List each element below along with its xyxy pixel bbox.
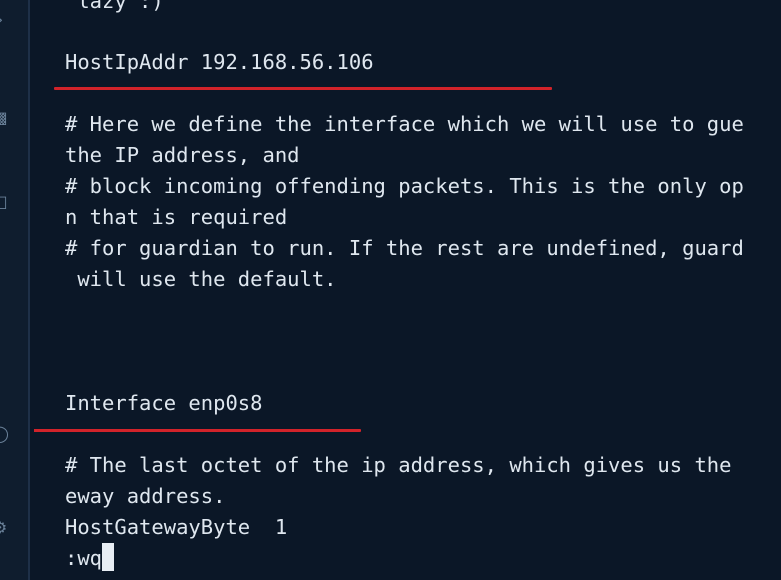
terminal-line-comment-1: # Here we define the interface which we … xyxy=(65,112,744,136)
gear-icon[interactable]: ⚙ xyxy=(0,518,10,538)
terminal-line-comment-3: # block incoming offending packets. This… xyxy=(65,174,744,198)
red-underline-host-ip xyxy=(54,87,552,90)
terminal-line-comment-7: # The last octet of the ip address, whic… xyxy=(65,453,732,477)
terminal-line-1: lazy :) xyxy=(65,0,164,13)
red-underline-interface xyxy=(34,429,361,432)
editor-gutter: › ▩ □ ◯ ⚙ xyxy=(0,0,30,580)
terminal-line-interface: Interface enp0s8 xyxy=(65,391,263,415)
terminal-line-comment-5: # for guardian to run. If the rest are u… xyxy=(65,236,744,260)
screen: › ▩ □ ◯ ⚙ lazy :) HostIpAddr 192.168.56.… xyxy=(0,0,781,580)
terminal-line-comment-2: the IP address, and xyxy=(65,143,300,167)
square-icon[interactable]: □ xyxy=(0,192,10,212)
terminal-line-host-ip: HostIpAddr 192.168.56.106 xyxy=(65,50,374,74)
chevron-right-icon[interactable]: › xyxy=(0,10,10,30)
terminal-line-comment-4: n that is required xyxy=(65,205,288,229)
terminal-line-comment-8: eway address. xyxy=(65,484,226,508)
terminal-line-comment-6: will use the default. xyxy=(65,267,337,291)
circle-icon[interactable]: ◯ xyxy=(0,424,10,444)
terminal-view[interactable]: lazy :) HostIpAddr 192.168.56.106 # Here… xyxy=(34,0,781,580)
text-cursor xyxy=(102,543,115,571)
vim-command-line[interactable]: :wq xyxy=(65,543,115,574)
vim-command-text: :wq xyxy=(65,546,103,570)
terminal-line-gateway: HostGatewayByte 1 xyxy=(65,515,288,539)
file-icon[interactable]: ▩ xyxy=(0,108,10,128)
